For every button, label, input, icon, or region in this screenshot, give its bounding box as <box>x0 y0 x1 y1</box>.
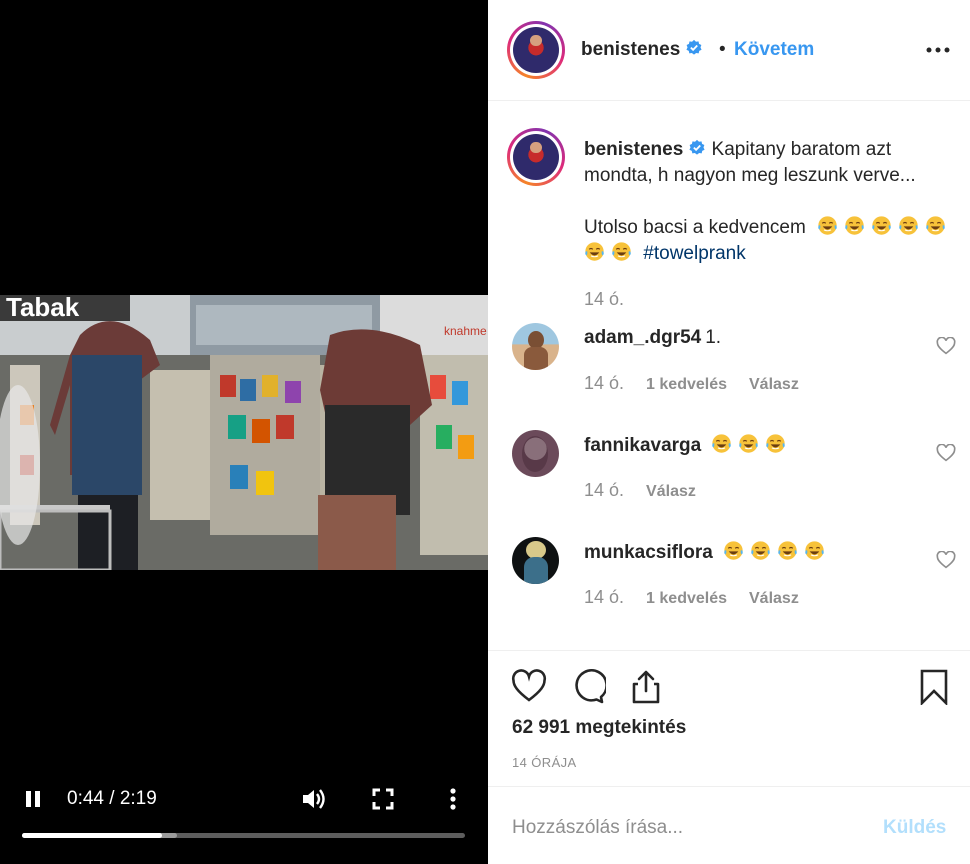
comment-bubble-icon[interactable] <box>570 669 606 705</box>
comment-time: 14 ó. <box>584 587 625 607</box>
author-avatar[interactable] <box>507 21 565 79</box>
tears-of-joy-emoji-icon <box>818 216 837 235</box>
share-icon[interactable] <box>628 669 664 705</box>
comment-time: 14 ó. <box>584 480 625 500</box>
comment-text: fannikavarga <box>584 433 792 458</box>
author-username-text[interactable]: benistenes <box>581 39 680 60</box>
post-panel: benistenes • Követem benistenes Kapitany… <box>488 0 970 864</box>
hashtag-link[interactable]: #towelprank <box>643 243 745 264</box>
reply-button[interactable]: Válasz <box>646 483 696 501</box>
comment-likes[interactable]: 1 kedvelés <box>646 376 727 394</box>
bookmark-icon[interactable] <box>916 669 952 705</box>
header-separator: • <box>719 39 726 60</box>
caption-username[interactable]: benistenes <box>584 139 683 160</box>
volume-button[interactable] <box>300 786 328 812</box>
commenter-avatar[interactable] <box>512 430 559 477</box>
comments-section: benistenes Kapitany baratom azt mondta, … <box>488 101 970 650</box>
commenter-username[interactable]: adam_.dgr54 <box>584 327 701 348</box>
like-comment-heart-icon[interactable] <box>936 337 956 355</box>
post-header: benistenes • Követem <box>488 0 970 101</box>
view-count[interactable]: 62 991 megtekintés <box>512 717 686 739</box>
more-horizontal-icon <box>926 47 950 53</box>
comment-meta: 14 ó. Válasz <box>584 480 718 501</box>
reply-button[interactable]: Válasz <box>749 590 799 608</box>
video-frame[interactable]: Tabak knahme <box>0 295 488 570</box>
comment-item: fannikavarga 14 ó. Válasz <box>488 430 970 537</box>
more-options-button[interactable] <box>440 786 466 812</box>
following-button[interactable]: Követem <box>734 38 814 62</box>
comment-item: adam_.dgr54 1. 14 ó. 1 kedvelés Válasz <box>488 323 970 430</box>
post-timestamp[interactable]: 14 ÓRÁJA <box>512 755 577 770</box>
fullscreen-button[interactable] <box>370 787 396 811</box>
tears-of-joy-emoji-icon <box>739 434 759 453</box>
comment-composer: Küldés <box>488 786 970 864</box>
post-actions: 62 991 megtekintés 14 ÓRÁJA <box>488 650 970 786</box>
tears-of-joy-emoji-icon <box>724 541 743 560</box>
caption-time: 14 ó. <box>584 289 625 309</box>
tears-of-joy-emoji-icon <box>899 216 918 235</box>
shop-sign-text-2: knahme <box>444 324 487 338</box>
comment-meta: 14 ó. 1 kedvelés Válasz <box>584 587 821 608</box>
volume-icon <box>303 789 325 809</box>
commenter-username[interactable]: munkacsiflora <box>584 542 713 563</box>
video-player[interactable]: Tabak knahme 0:44 / 2:19 <box>0 0 488 864</box>
like-comment-heart-icon[interactable] <box>936 551 956 569</box>
post-caption: benistenes Kapitany baratom azt mondta, … <box>584 137 954 267</box>
tears-of-joy-emoji-icon <box>612 242 631 261</box>
commenter-avatar[interactable] <box>512 323 559 370</box>
video-controls: 0:44 / 2:19 <box>0 780 488 820</box>
fullscreen-icon <box>372 788 394 810</box>
post-options-button[interactable] <box>924 38 952 62</box>
pause-button[interactable] <box>22 788 44 810</box>
send-comment-button[interactable]: Küldés <box>883 817 946 839</box>
caption-text-line2: Utolso bacsi a kedvencem <box>584 217 806 238</box>
comment-emojis <box>711 434 792 456</box>
comment-likes[interactable]: 1 kedvelés <box>646 590 727 608</box>
progress-played <box>22 833 162 838</box>
like-heart-icon[interactable] <box>511 669 547 705</box>
time-display: 0:44 / 2:19 <box>67 788 157 809</box>
tears-of-joy-emoji-icon <box>712 434 732 453</box>
comment-emojis <box>723 541 831 563</box>
tears-of-joy-emoji-icon <box>872 216 891 235</box>
comment-meta: 14 ó. 1 kedvelés Válasz <box>584 373 821 394</box>
tears-of-joy-emoji-icon <box>778 541 797 560</box>
comment-item: munkacsiflora 14 ó. 1 kedvelés Válasz <box>488 537 970 644</box>
caption-avatar[interactable] <box>507 128 565 186</box>
comment-text: munkacsiflora <box>584 540 831 565</box>
tears-of-joy-emoji-icon <box>751 541 770 560</box>
verified-badge-icon <box>686 39 702 55</box>
more-vertical-icon <box>450 788 456 810</box>
verified-badge-icon <box>689 139 705 155</box>
tears-of-joy-emoji-icon <box>845 216 864 235</box>
pause-icon <box>26 791 40 807</box>
comment-input[interactable] <box>512 815 872 841</box>
video-progress-bar[interactable] <box>22 833 465 838</box>
comment-time: 14 ó. <box>584 373 625 393</box>
author-username[interactable]: benistenes <box>581 38 703 62</box>
tears-of-joy-emoji-icon <box>805 541 824 560</box>
tears-of-joy-emoji-icon <box>766 434 786 453</box>
like-comment-heart-icon[interactable] <box>936 444 956 462</box>
commenter-avatar[interactable] <box>512 537 559 584</box>
video-scene: Tabak knahme <box>0 295 488 570</box>
tears-of-joy-emoji-icon <box>926 216 945 235</box>
comment-body: 1. <box>705 327 722 348</box>
tears-of-joy-emoji-icon <box>585 242 604 261</box>
comment-text: adam_.dgr54 1. <box>584 326 721 350</box>
shop-sign-text: Tabak <box>6 295 80 322</box>
reply-button[interactable]: Válasz <box>749 376 799 394</box>
commenter-username[interactable]: fannikavarga <box>584 435 701 456</box>
